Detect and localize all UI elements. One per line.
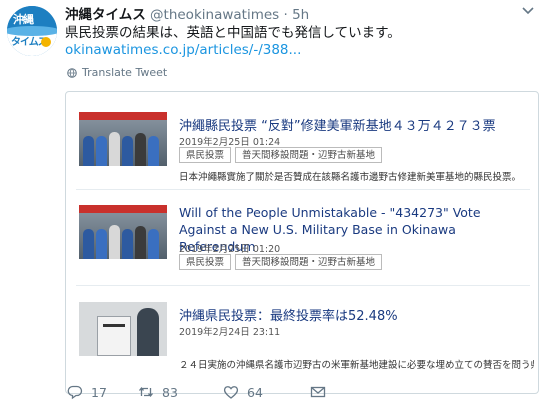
- article-thumbnail[interactable]: [79, 302, 167, 356]
- ballot-box: [97, 316, 131, 356]
- article-tags: 県民投票 普天間移設問題・辺野古新基地: [179, 147, 383, 163]
- reply-button[interactable]: 17: [67, 384, 107, 400]
- thumbnail-figure: [135, 133, 146, 166]
- thumbnail-figure: [83, 229, 94, 259]
- thumbnail-figure: [148, 229, 159, 259]
- article-description: 日本沖繩縣實施了關於是否贊成在該縣名護市邊野古修建新美軍基地的縣民投票。: [179, 172, 522, 183]
- direct-message-button[interactable]: [310, 384, 326, 400]
- globe-icon: [67, 67, 77, 78]
- tag-link[interactable]: 県民投票: [179, 254, 232, 270]
- article-divider: [76, 189, 530, 190]
- tag-link[interactable]: 県民投票: [179, 147, 232, 163]
- thumbnail-figure: [148, 136, 159, 166]
- tweet-actions: 17 83 64: [65, 384, 545, 406]
- tag-link[interactable]: 普天間移設問題・辺野古新基地: [235, 147, 383, 163]
- thumbnail-banner: [79, 112, 167, 120]
- tweet-link[interactable]: okinawatimes.co.jp/articles/-/388...: [65, 42, 301, 58]
- article-date: 2019年2月25日 01:20: [179, 244, 281, 255]
- article-description: ２４日実施の沖縄県名護市辺野古の米軍新基地建設に必要な埋め立ての賛否を問う県民投: [179, 360, 534, 371]
- article-title[interactable]: 沖縄県民投票：最終投票率は52.48%: [179, 305, 398, 324]
- tag-link[interactable]: 普天間移設問題・辺野古新基地: [235, 254, 383, 270]
- thumbnail-figure: [83, 136, 94, 166]
- thumbnail-figure: [122, 229, 133, 259]
- thumbnail-figure: [109, 225, 120, 259]
- like-button[interactable]: 64: [223, 384, 263, 400]
- avatar-mascot-icon: [41, 37, 51, 47]
- avatar[interactable]: 沖縄 タイムス: [7, 6, 57, 56]
- thumbnail-figure: [109, 132, 120, 166]
- article-thumbnail[interactable]: [79, 205, 167, 259]
- retweet-button[interactable]: 83: [138, 384, 178, 400]
- link-preview-card[interactable]: 沖繩縣民投票 “反對”修建美軍新基地４３万４２７３票 2019年2月25日 01…: [65, 91, 539, 394]
- retweet-count: 83: [162, 384, 178, 400]
- thumbnail-banner: [79, 205, 167, 213]
- retweet-icon: [138, 386, 154, 398]
- article-title[interactable]: 沖繩縣民投票 “反對”修建美軍新基地４３万４２７３票: [179, 115, 496, 134]
- article-thumbnail[interactable]: [79, 112, 167, 166]
- article-date: 2019年2月24日 23:11: [179, 327, 281, 338]
- ballot-slot: [103, 324, 125, 327]
- article-date: 2019年2月25日 01:24: [179, 137, 281, 148]
- caret-down-icon[interactable]: [520, 5, 536, 17]
- translate-label: Translate Tweet: [82, 66, 168, 79]
- thumbnail-figure: [135, 226, 146, 259]
- tweet-header: 沖縄タイムス @theokinawatimes · 5h: [65, 3, 309, 23]
- article-tags: 県民投票 普天間移設問題・辺野古新基地: [179, 254, 383, 270]
- translate-tweet-button[interactable]: Translate Tweet: [67, 66, 167, 79]
- article-divider: [76, 285, 530, 286]
- tweet-text: 県民投票の結果は、英語と中国語でも発信しています。: [65, 25, 401, 41]
- thumbnail-figure: [122, 136, 133, 166]
- avatar-logo-top: 沖縄: [13, 13, 34, 26]
- thumbnail-figure: [137, 308, 159, 356]
- thumbnail-figure: [96, 229, 107, 259]
- like-count: 64: [247, 384, 263, 400]
- thumbnail-figure: [96, 136, 107, 166]
- reply-count: 17: [91, 384, 107, 400]
- like-icon: [223, 386, 239, 399]
- reply-icon: [67, 385, 83, 400]
- mail-icon: [310, 386, 326, 398]
